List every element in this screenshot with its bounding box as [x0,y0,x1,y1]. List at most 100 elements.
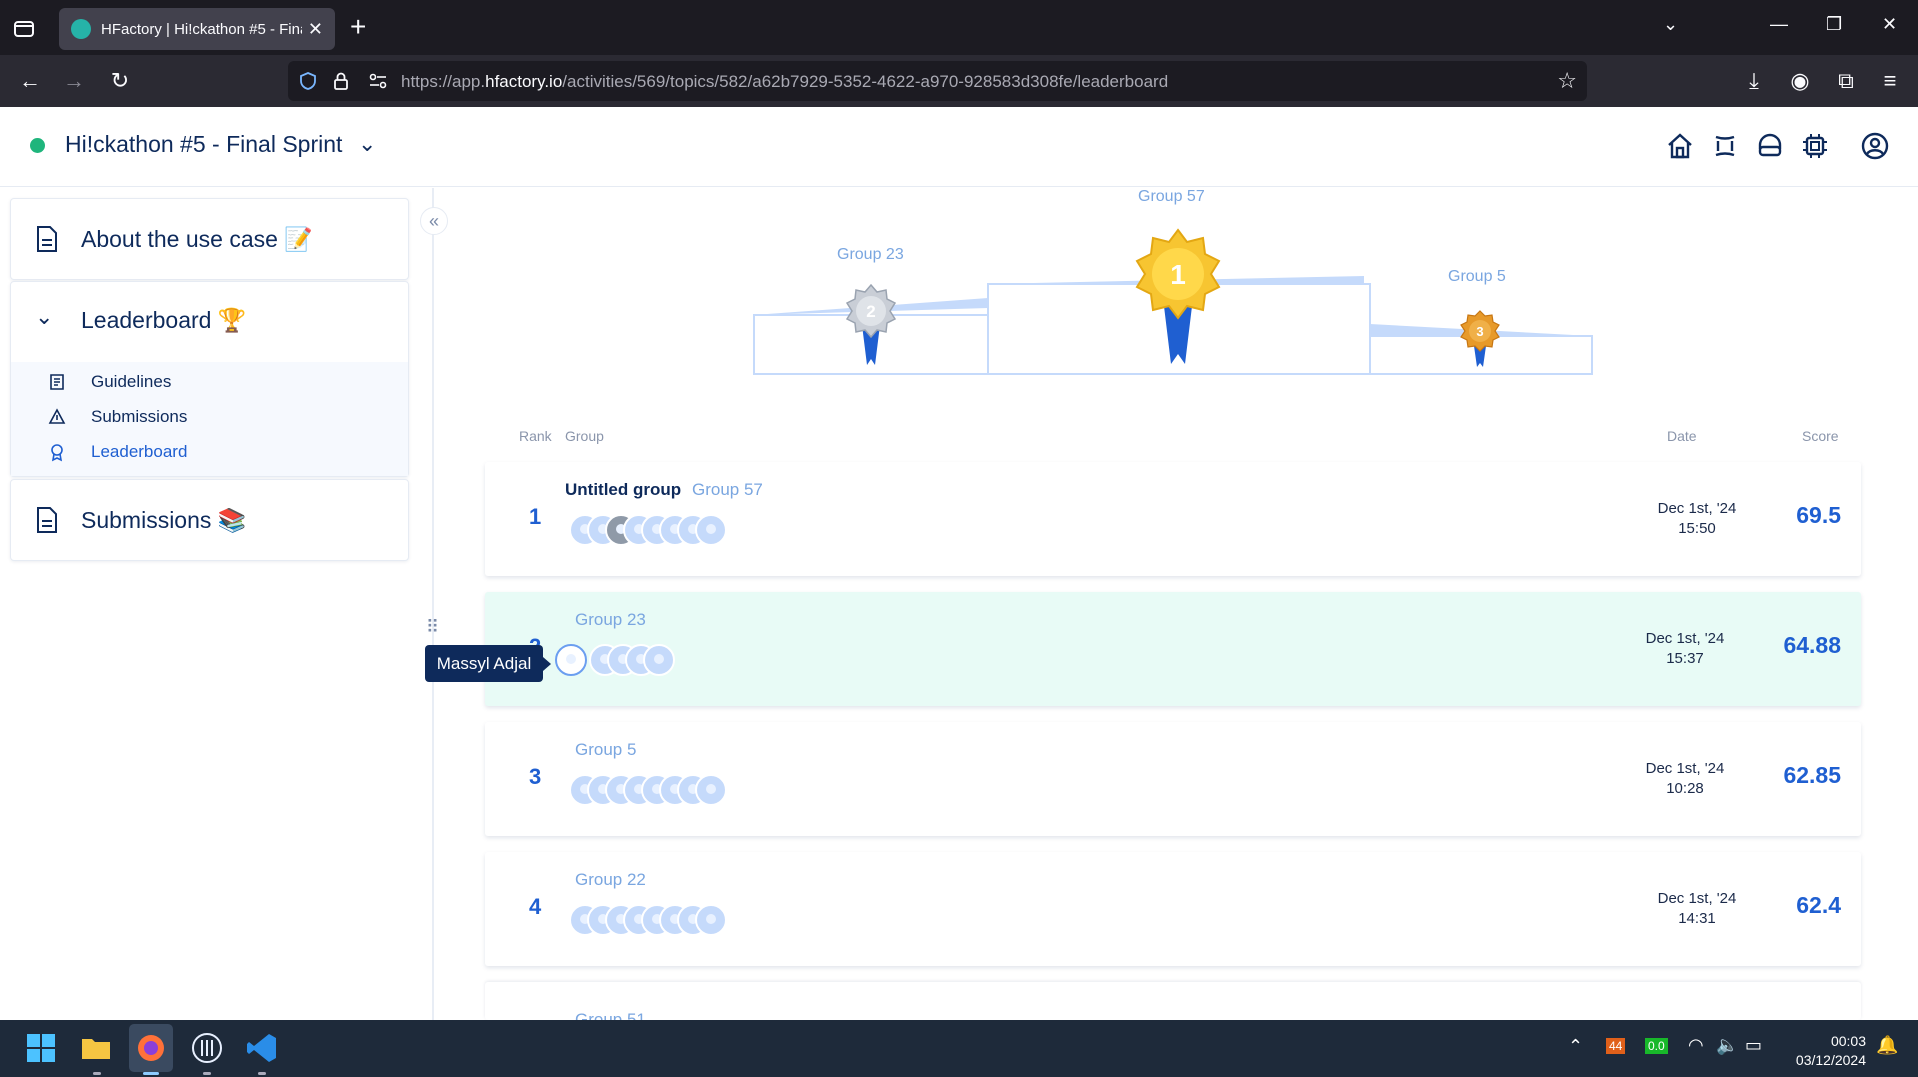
leaderboard-section-header[interactable]: ⌄ Leaderboard 🏆 [11,282,408,362]
row-group-tag[interactable]: Group 5 [575,740,636,760]
home-icon[interactable] [1663,129,1697,163]
new-tab-button[interactable]: + [350,13,366,41]
table-row[interactable]: 3 Group 5 Dec 1st, '24 10:28 62.85 [485,722,1861,836]
sidebar-item-guidelines[interactable]: Guidelines [91,372,171,392]
downloads-icon[interactable]: ⤓ [1740,67,1768,95]
url-text: https://app.hfactory.io/activities/569/t… [401,72,1168,92]
table-row[interactable]: 1 Untitled group Group 57 Dec 1st, '24 1… [485,462,1861,576]
volume-icon[interactable]: 🔈 [1716,1035,1738,1056]
table-row[interactable]: Group 51 [485,982,1861,1020]
tab-overflow-chevron-icon[interactable]: ⌄ [1663,14,1678,35]
guidelines-icon [50,374,64,390]
tray-badge-net[interactable]: 0.0 [1645,1038,1668,1054]
battery-icon[interactable]: ▭ [1745,1035,1762,1056]
award-icon [51,444,63,462]
row-date: Dec 1st, '24 15:50 [1637,499,1757,539]
extensions-icon[interactable]: ⧉ [1832,67,1860,95]
account-avatar-icon[interactable]: ◉ [1786,67,1814,95]
windows-start-icon[interactable] [24,1031,58,1065]
row-rank: 1 [529,504,542,529]
about-label: About the use case [81,226,278,252]
vscode-icon[interactable] [245,1031,279,1065]
os-taskbar: ⌃ 44 0.0 ◠ 🔈 ▭ 00:03 03/12/2024 🔔 [0,1020,1918,1077]
medal-first-number: 1 [1170,259,1186,290]
leaderboard-submenu: Guidelines Submissions Leaderboard [11,362,408,476]
row-score: 62.4 [1796,892,1841,918]
memo-emoji-icon: 📝 [284,226,313,252]
chevron-down-icon[interactable]: ⌄ [358,131,376,157]
column-header-score: Score [1802,428,1839,444]
shield-icon[interactable] [298,71,318,91]
row-date-time: 15:50 [1678,520,1716,537]
table-row[interactable]: 4 Group 22 Dec 1st, '24 14:31 62.4 [485,852,1861,966]
restore-icon[interactable]: ❐ [1826,14,1842,35]
url-path: /activities/569/topics/582/a62b7929-5352… [562,72,1169,91]
lock-icon[interactable] [332,71,350,91]
menu-icon[interactable]: ≡ [1876,67,1904,95]
row-group-tag[interactable]: Group 51 [575,1010,646,1020]
sidebar-item-submissions[interactable]: Submissions [91,407,187,427]
avatar[interactable] [695,514,727,546]
column-header-group: Group [565,428,604,444]
forward-icon[interactable]: → [60,67,88,95]
event-title[interactable]: Hi!ckathon #5 - Final Sprint [65,131,342,158]
sidebar-item-label: About the use case 📝 [81,226,313,253]
row-score: 64.88 [1783,632,1841,658]
table-row[interactable]: 2 Group 23 Dec 1st, '24 15:37 64.88 [485,592,1861,706]
row-date-day: Dec 1st, '24 [1657,890,1737,907]
reload-icon[interactable]: ↻ [106,67,134,95]
wifi-icon[interactable]: ◠ [1688,1035,1704,1056]
row-rank: 3 [529,764,542,789]
column-header-rank: Rank [519,428,552,444]
avatar[interactable] [695,774,727,806]
firefox-icon[interactable] [134,1031,168,1065]
support-icon[interactable] [1753,129,1787,163]
column-header-date: Date [1667,428,1697,444]
minimize-icon[interactable]: — [1770,14,1788,35]
tab-close-icon[interactable]: ✕ [308,19,323,40]
url-domain: hfactory.io [485,72,563,91]
chevron-down-icon[interactable]: ⌄ [35,304,53,330]
row-date: Dec 1st, '24 14:31 [1637,889,1757,929]
tray-overflow-icon[interactable]: ⌃ [1568,1036,1583,1057]
app-header: Hi!ckathon #5 - Final Sprint ⌄ [0,107,1918,187]
permissions-icon[interactable] [368,72,388,90]
sidebar-item-submissions-page[interactable]: Submissions 📚 [10,479,409,561]
user-profile-icon[interactable] [1858,129,1892,163]
tab-title: HFactory | Hi!ckathon #5 - Final Sprint [101,20,302,38]
row-group-tag[interactable]: Group 23 [575,610,646,630]
tab-list-icon[interactable] [10,14,38,42]
avatar[interactable] [695,904,727,936]
row-date-time: 14:31 [1678,910,1716,927]
drag-handle-icon[interactable]: ⠿ [426,617,439,638]
browser-tab-active[interactable]: HFactory | Hi!ckathon #5 - Final Sprint … [59,8,335,50]
tray-badge-temp[interactable]: 44 [1606,1038,1626,1054]
back-icon[interactable]: ← [16,67,44,95]
status-dot [30,138,45,153]
row-date: Dec 1st, '24 15:37 [1625,629,1745,669]
gold-medal-icon: 1 [1135,228,1221,364]
taskbar-clock[interactable]: 00:03 03/12/2024 [1796,1032,1866,1070]
podium-first-label: Group 57 [1138,188,1205,205]
workflow-icon[interactable] [1708,129,1742,163]
bookmark-star-icon[interactable]: ☆ [1557,68,1577,94]
avatar-tooltip: Massyl Adjal [425,645,551,682]
trophy-emoji-icon: 🏆 [217,307,247,333]
collapse-sidebar-button[interactable]: « [420,207,448,235]
document-icon [37,507,57,533]
sidebar-item-leaderboard[interactable]: Leaderboard [91,442,187,462]
row-group-tag[interactable]: Group 57 [692,480,763,500]
row-rank: 4 [529,894,542,919]
close-window-icon[interactable]: ✕ [1882,14,1897,35]
notification-bell-icon[interactable]: 🔔 [1876,1035,1898,1056]
avatar[interactable] [643,644,675,676]
row-date-time: 15:37 [1666,650,1704,667]
app-icon[interactable] [190,1031,224,1065]
file-explorer-icon[interactable] [79,1031,113,1065]
row-group-tag[interactable]: Group 22 [575,870,646,890]
sidebar-item-about[interactable]: About the use case 📝 [10,198,409,280]
avatar-hovered[interactable] [555,644,587,676]
url-bar[interactable]: https://app.hfactory.io/activities/569/t… [288,61,1587,101]
chip-icon[interactable] [1798,129,1832,163]
row-date-day: Dec 1st, '24 [1657,500,1737,517]
